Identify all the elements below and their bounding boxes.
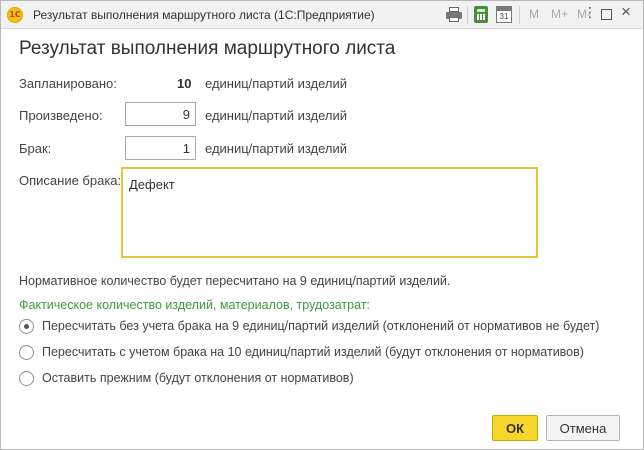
memory-plus-button[interactable]: M+ <box>551 7 568 21</box>
calendar-icon[interactable]: 31 <box>496 6 512 23</box>
calculator-icon[interactable] <box>474 6 488 23</box>
maximize-icon[interactable] <box>601 9 612 20</box>
printer-icon[interactable] <box>446 6 462 24</box>
app-logo-icon: 1С <box>7 7 23 23</box>
radio-label[interactable]: Пересчитать без учета брака на 9 единиц/… <box>42 319 599 333</box>
radio-label[interactable]: Пересчитать с учетом брака на 10 единиц/… <box>42 345 584 359</box>
actual-quantity-label: Фактическое количество изделий, материал… <box>19 298 370 312</box>
recalc-note: Нормативное количество будет пересчитано… <box>19 274 451 288</box>
defect-label: Брак: <box>19 141 52 156</box>
radio-selected-dot <box>24 324 29 329</box>
produced-input[interactable] <box>125 102 196 126</box>
toolbar-divider <box>519 6 520 24</box>
close-icon[interactable]: × <box>621 3 631 20</box>
radio-button[interactable] <box>19 371 34 386</box>
radio-label[interactable]: Оставить прежним (будут отклонения от но… <box>42 371 354 385</box>
defect-description-label: Описание брака: <box>19 173 122 188</box>
title-bar: 1С Результат выполнения маршрутного лист… <box>1 1 643 29</box>
planned-unit: единиц/партий изделий <box>205 76 348 91</box>
produced-unit: единиц/партий изделий <box>205 108 348 123</box>
cancel-button[interactable]: Отмена <box>546 415 620 441</box>
more-menu-icon[interactable]: ⋮ <box>583 5 597 19</box>
defect-description-textarea[interactable]: Дефект <box>121 167 538 258</box>
window-title: Результат выполнения маршрутного листа (… <box>33 8 375 22</box>
form-heading: Результат выполнения маршрутного листа <box>19 38 396 59</box>
ok-button[interactable]: ОК <box>492 415 538 441</box>
defect-unit: единиц/партий изделий <box>205 141 348 156</box>
produced-label: Произведено: <box>19 108 103 123</box>
memory-button[interactable]: M <box>529 7 539 21</box>
toolbar-divider <box>467 6 468 24</box>
planned-label: Запланировано: <box>19 76 117 91</box>
calendar-day: 31 <box>499 12 509 21</box>
radio-button[interactable] <box>19 319 34 334</box>
planned-value: 10 <box>177 76 192 91</box>
radio-button[interactable] <box>19 345 34 360</box>
defect-input[interactable] <box>125 136 196 160</box>
dialog-window: 1С Результат выполнения маршрутного лист… <box>0 0 644 450</box>
